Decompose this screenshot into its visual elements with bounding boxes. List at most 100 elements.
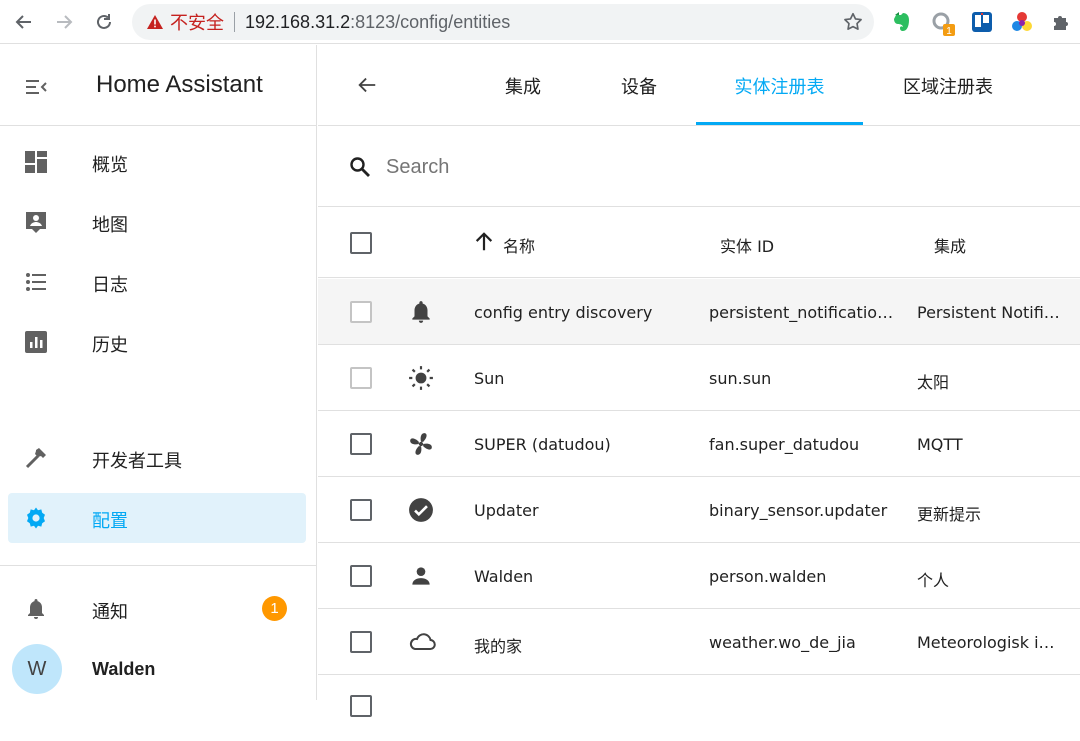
row-checkbox[interactable] xyxy=(350,565,372,587)
bookmark-star-icon[interactable] xyxy=(842,11,864,38)
bell-icon xyxy=(24,597,48,621)
search-bar xyxy=(318,127,1080,207)
sidebar-item-label: 通知 xyxy=(92,602,128,623)
entity-name: Sun xyxy=(474,369,505,388)
config-tab-bar: 集成 设备 实体注册表 区域注册表 xyxy=(318,45,1080,126)
sidebar-item-label: 历史 xyxy=(92,335,128,356)
sidebar-item-configuration[interactable]: 配置 xyxy=(8,493,306,543)
browser-toolbar: 不安全 192.168.31.2:8123/config/entities 1 xyxy=(0,0,1080,44)
entity-integration: MQTT xyxy=(917,435,963,454)
entity-id: person.walden xyxy=(709,567,827,586)
menu-collapse-icon[interactable] xyxy=(24,75,48,104)
row-checkbox[interactable] xyxy=(350,631,372,653)
cloud-icon xyxy=(408,629,436,655)
main-content: 集成 设备 实体注册表 区域注册表 名称 实体 ID 集成 config ent… xyxy=(318,45,1080,717)
map-account-icon xyxy=(24,210,48,234)
entity-integration: 个人 xyxy=(917,571,950,590)
table-row[interactable]: Walden person.walden 个人 xyxy=(318,543,1080,609)
tab-integrations[interactable]: 集成 xyxy=(468,45,578,126)
url-path: :8123/config/entities xyxy=(350,11,511,32)
table-row[interactable]: SUPER (datudou) fan.super_datudou MQTT xyxy=(318,411,1080,477)
sidebar-item-notifications[interactable]: 通知 1 xyxy=(8,584,306,634)
row-checkbox[interactable] xyxy=(350,695,372,717)
sidebar-item-label: 开发者工具 xyxy=(92,451,182,472)
extension-badge: 1 xyxy=(946,26,952,36)
table-row[interactable]: Updater binary_sensor.updater 更新提示 xyxy=(318,477,1080,543)
table-row[interactable] xyxy=(318,675,1080,741)
app-title: Home Assistant xyxy=(96,71,263,98)
insecure-label: 不安全 xyxy=(170,13,224,34)
check-circle-icon xyxy=(408,497,434,523)
sun-icon xyxy=(408,365,434,391)
chart-box-icon xyxy=(24,330,48,354)
sidebar-item-overview[interactable]: 概览 xyxy=(8,137,306,187)
notification-count-badge: 1 xyxy=(262,596,287,621)
active-tab-indicator xyxy=(696,122,863,125)
sidebar-header: Home Assistant xyxy=(0,45,316,126)
user-name[interactable]: Walden xyxy=(92,659,155,680)
entity-id: binary_sensor.updater xyxy=(709,501,888,520)
row-checkbox[interactable] xyxy=(350,499,372,521)
column-header-name[interactable]: 名称 xyxy=(503,233,535,257)
extensions-puzzle-icon[interactable] xyxy=(1050,10,1074,34)
search-icon xyxy=(348,155,372,184)
sidebar-item-logbook[interactable]: 日志 xyxy=(8,257,306,307)
column-header-entity-id[interactable]: 实体 ID xyxy=(720,233,774,257)
entity-integration: Meteorologisk i… xyxy=(917,633,1055,652)
tab-area-registry[interactable]: 区域注册表 xyxy=(878,45,1018,126)
cog-icon xyxy=(24,506,48,530)
reload-icon[interactable] xyxy=(92,10,116,34)
tab-entity-registry[interactable]: 实体注册表 xyxy=(696,45,863,126)
warning-icon[interactable] xyxy=(146,14,164,30)
entity-integration: 更新提示 xyxy=(917,505,982,524)
entity-integration: 太阳 xyxy=(917,373,950,392)
sidebar-item-label: 日志 xyxy=(92,275,128,296)
url-host: 192.168.31.2 xyxy=(245,11,351,32)
select-all-checkbox[interactable] xyxy=(350,232,372,254)
bell-icon xyxy=(408,299,434,325)
sidebar-item-history[interactable]: 历史 xyxy=(8,317,306,367)
sidebar: Home Assistant 概览 地图 日志 历史 开发者工具 配置 通知 1… xyxy=(0,45,317,700)
entity-name: 我的家 xyxy=(474,637,523,656)
search-extension-icon[interactable]: 1 xyxy=(930,10,955,37)
sidebar-item-map[interactable]: 地图 xyxy=(8,197,306,247)
sort-ascending-icon[interactable] xyxy=(473,231,495,258)
colors-extension-icon[interactable] xyxy=(1010,10,1034,34)
address-bar[interactable]: 不安全 192.168.31.2:8123/config/entities xyxy=(132,4,874,40)
list-icon xyxy=(24,270,48,294)
row-checkbox[interactable] xyxy=(350,433,372,455)
table-row[interactable]: config entry discovery persistent_notifi… xyxy=(318,279,1080,345)
avatar[interactable]: W xyxy=(12,644,62,694)
back-arrow-icon[interactable] xyxy=(356,74,378,101)
row-checkbox[interactable] xyxy=(350,367,372,389)
fan-icon xyxy=(408,431,434,457)
entity-id: sun.sun xyxy=(709,369,772,388)
tab-devices[interactable]: 设备 xyxy=(584,45,694,126)
entity-integration: Persistent Notifi… xyxy=(917,303,1060,322)
entity-id: persistent_notificatio… xyxy=(709,303,894,322)
evernote-extension-icon[interactable] xyxy=(890,10,914,34)
entity-id: weather.wo_de_jia xyxy=(709,633,856,652)
entity-name: SUPER (datudou) xyxy=(474,435,611,454)
entity-id: fan.super_datudou xyxy=(709,435,860,454)
search-input[interactable] xyxy=(386,151,986,183)
hammer-icon xyxy=(24,446,48,470)
entity-name: Walden xyxy=(474,567,534,586)
sidebar-item-label: 配置 xyxy=(92,511,128,532)
sidebar-item-label: 概览 xyxy=(92,155,128,176)
omnibox-separator xyxy=(234,12,235,32)
url-text[interactable]: 192.168.31.2:8123/config/entities xyxy=(245,12,510,33)
column-header-integration[interactable]: 集成 xyxy=(934,233,966,257)
entity-name: Updater xyxy=(474,501,539,520)
sidebar-item-developer-tools[interactable]: 开发者工具 xyxy=(8,433,306,483)
row-checkbox[interactable] xyxy=(350,301,372,323)
entity-name: config entry discovery xyxy=(474,303,653,322)
table-row[interactable]: 我的家 weather.wo_de_jia Meteorologisk i… xyxy=(318,609,1080,675)
forward-arrow-icon[interactable] xyxy=(52,10,76,34)
table-row[interactable]: Sun sun.sun 太阳 xyxy=(318,345,1080,411)
table-header: 名称 实体 ID 集成 xyxy=(318,208,1080,278)
back-arrow-icon[interactable] xyxy=(12,10,36,34)
trello-extension-icon[interactable] xyxy=(970,10,994,34)
dashboard-icon xyxy=(24,150,48,174)
sidebar-item-label: 地图 xyxy=(92,215,128,236)
